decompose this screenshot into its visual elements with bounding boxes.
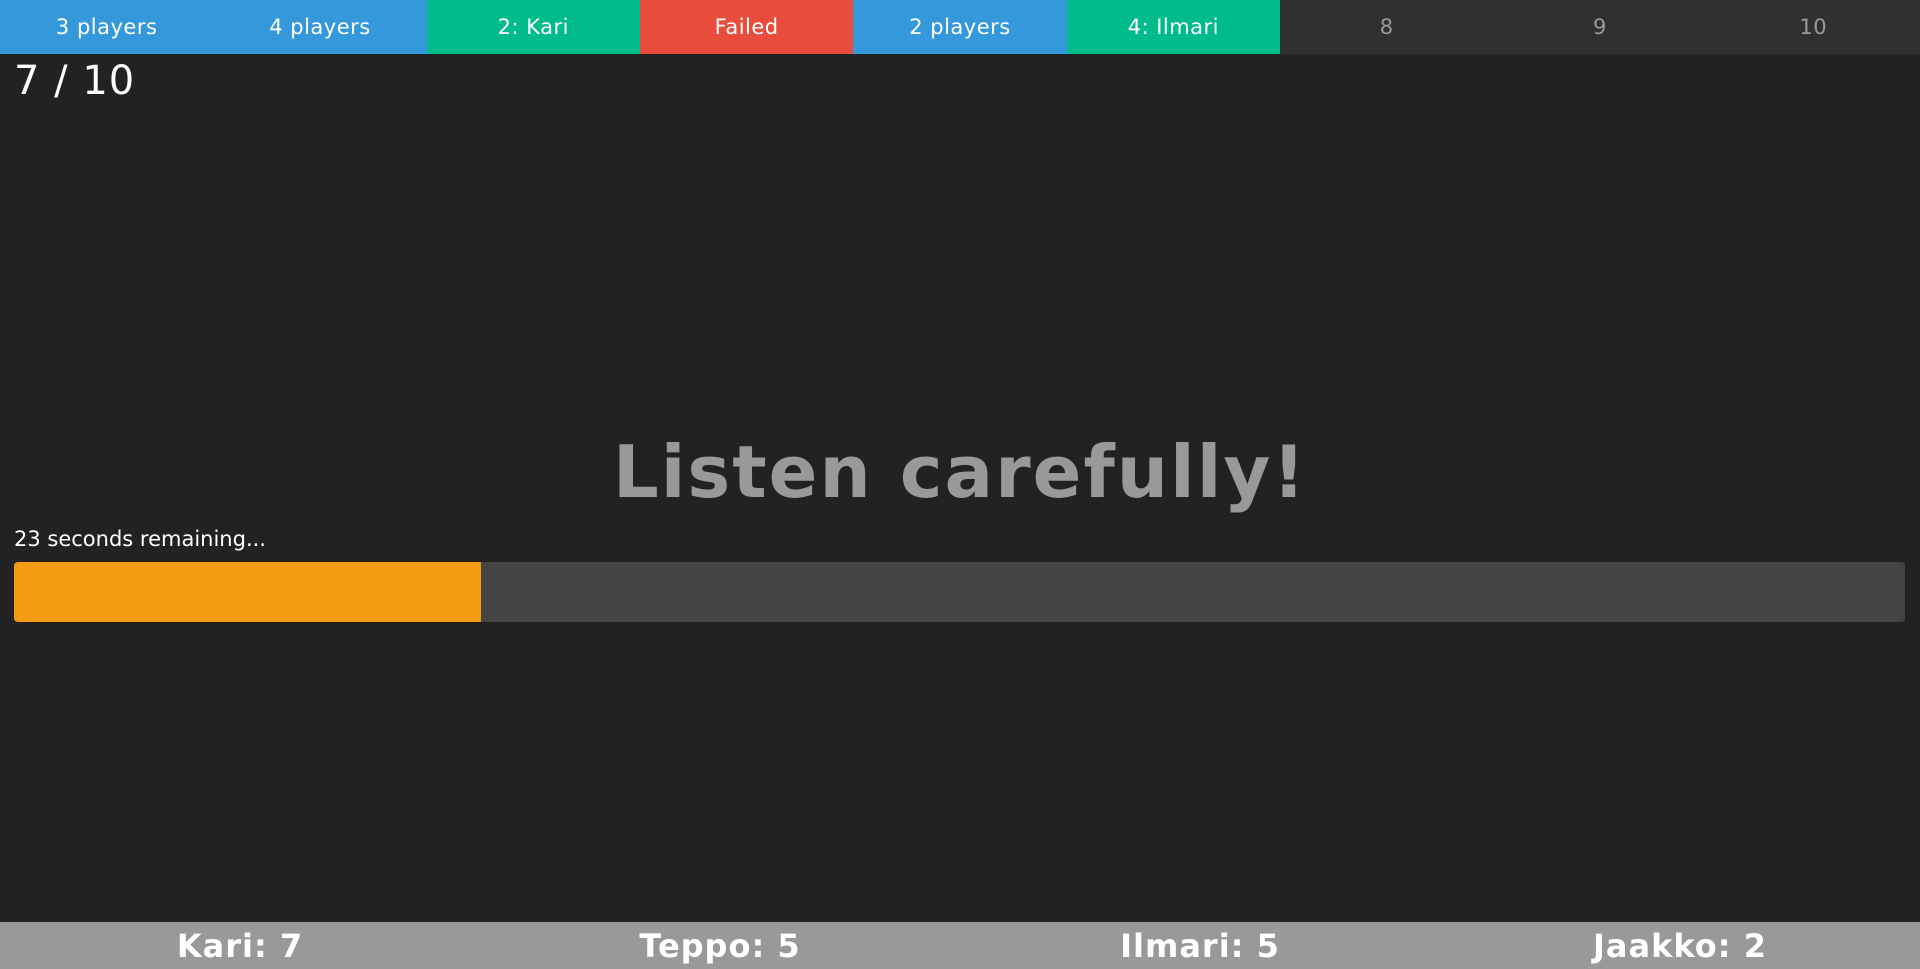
prompt-message: Listen carefully! [612, 430, 1308, 514]
score-player-2: Teppo: 5 [639, 926, 801, 965]
round-cell-2: 4 players [213, 0, 427, 54]
score-player-1: Kari: 7 [176, 926, 304, 965]
timer-progress-bar [14, 562, 1905, 622]
round-cell-8: 9 [1493, 0, 1707, 54]
score-player-3: Ilmari: 5 [1120, 926, 1280, 965]
scoreboard: Kari: 7 Teppo: 5 Ilmari: 5 Jaakko: 2 [0, 922, 1920, 969]
score-player-4: Jaakko: 2 [1593, 926, 1767, 965]
timer-progress-fill [14, 562, 482, 622]
round-cell-6: 4: Ilmari [1066, 0, 1280, 54]
round-cell-9: 10 [1706, 0, 1920, 54]
round-cell-1: 3 players [0, 0, 214, 54]
round-cell-5: 2 players [853, 0, 1067, 54]
round-counter: 7 / 10 [14, 58, 136, 104]
timer-text: 23 seconds remaining... [14, 527, 266, 551]
round-history-bar: 3 players 4 players 2: Kari Failed 2 pla… [0, 0, 1920, 54]
round-cell-7: 8 [1279, 0, 1494, 54]
round-cell-4: Failed [639, 0, 854, 54]
round-cell-3: 2: Kari [426, 0, 640, 54]
